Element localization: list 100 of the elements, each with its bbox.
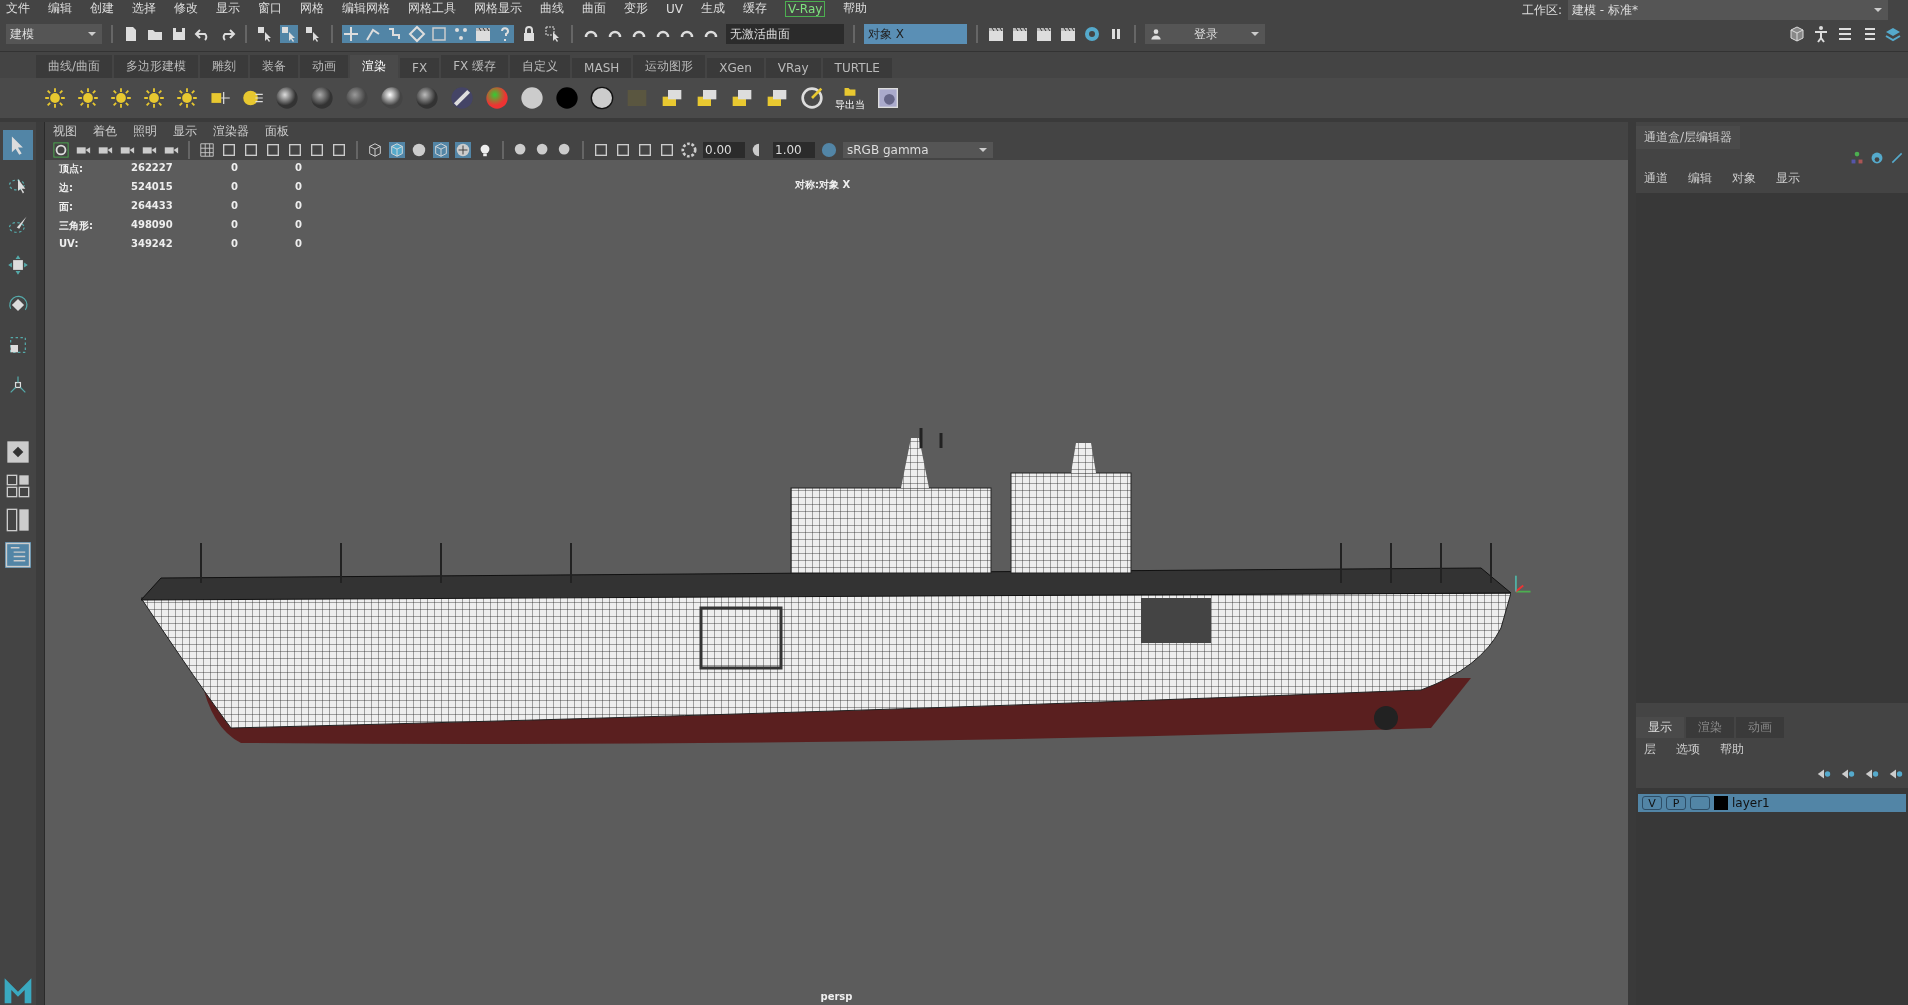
channel-menu-item[interactable]: 显示 bbox=[1776, 169, 1800, 187]
figure-icon[interactable] bbox=[1812, 25, 1830, 43]
shelf-tab[interactable]: 装备 bbox=[250, 55, 299, 78]
channel-menu-item[interactable]: 编辑 bbox=[1688, 169, 1712, 187]
sphere-icon[interactable] bbox=[275, 86, 299, 110]
wireframe-on-shaded-icon[interactable] bbox=[433, 142, 449, 158]
menu-item[interactable]: V-Ray bbox=[785, 0, 826, 17]
shelf-tab[interactable]: MASH bbox=[572, 58, 632, 78]
gamma-field[interactable]: 1.00 bbox=[773, 142, 815, 158]
menu-item[interactable]: 网格工具 bbox=[408, 0, 456, 17]
mode-dropdown[interactable]: 建模 bbox=[6, 24, 102, 44]
shelf-tab[interactable]: 雕刻 bbox=[200, 55, 249, 78]
shelf-tab[interactable]: 渲染 bbox=[350, 55, 399, 78]
menu-item[interactable]: 选择 bbox=[132, 0, 156, 17]
shader-icon[interactable] bbox=[800, 86, 824, 110]
login-dropdown[interactable]: 登录 bbox=[1145, 24, 1265, 44]
shelf-tab[interactable]: 运动图形 bbox=[633, 55, 706, 78]
panel-menu-item[interactable]: 照明 bbox=[133, 122, 157, 140]
menu-item[interactable]: 修改 bbox=[174, 0, 198, 17]
light-icon[interactable] bbox=[44, 87, 66, 109]
shelf-tab[interactable]: 动画 bbox=[300, 55, 349, 78]
color-space-dropdown[interactable]: sRGB gamma bbox=[843, 142, 993, 158]
film-gate-icon[interactable] bbox=[331, 142, 347, 158]
menu-item[interactable]: 变形 bbox=[624, 0, 648, 17]
menu-item[interactable]: 曲线 bbox=[540, 0, 564, 17]
light-icon[interactable] bbox=[143, 87, 165, 109]
panel-menu-item[interactable]: 着色 bbox=[93, 122, 117, 140]
panel-menu-item[interactable]: 面板 bbox=[265, 122, 289, 140]
window-icon[interactable] bbox=[876, 86, 900, 110]
panel-menu-item[interactable]: 显示 bbox=[173, 122, 197, 140]
isolate-icon[interactable] bbox=[659, 142, 675, 158]
symmetry-field[interactable]: 对象 X bbox=[864, 24, 967, 44]
layer-row[interactable]: V P layer1 bbox=[1638, 794, 1906, 812]
flat-shade-icon[interactable] bbox=[411, 142, 427, 158]
menu-item[interactable]: 创建 bbox=[90, 0, 114, 17]
layer-tab[interactable]: 动画 bbox=[1736, 717, 1784, 738]
snap-grid-icon[interactable] bbox=[342, 25, 360, 43]
layers-icon[interactable] bbox=[1884, 25, 1902, 43]
cube-icon[interactable] bbox=[1788, 25, 1806, 43]
save-icon[interactable] bbox=[170, 25, 188, 43]
layer-menu-item[interactable]: 选项 bbox=[1676, 740, 1700, 758]
render-frame-icon[interactable] bbox=[987, 25, 1005, 43]
shelf-tab[interactable]: FX bbox=[400, 58, 440, 78]
sphere-icon[interactable] bbox=[590, 86, 614, 110]
layer-tab[interactable]: 显示 bbox=[1636, 717, 1684, 738]
film-gate-icon[interactable] bbox=[309, 142, 325, 158]
grid-icon[interactable] bbox=[199, 142, 215, 158]
menu-item[interactable]: 网格 bbox=[300, 0, 324, 17]
shelf-tab[interactable]: 多边形建模 bbox=[114, 55, 199, 78]
menu-item[interactable]: 缓存 bbox=[743, 0, 767, 17]
camera-select-icon[interactable] bbox=[53, 142, 69, 158]
reference-toggle[interactable] bbox=[1690, 796, 1710, 810]
workspace-dropdown[interactable]: 建模 - 标准* bbox=[1568, 0, 1888, 20]
snap-surface-icon[interactable] bbox=[408, 25, 426, 43]
layout-four-icon[interactable] bbox=[6, 474, 30, 498]
export-button[interactable]: 导出当 bbox=[835, 84, 865, 112]
layer-color-swatch[interactable] bbox=[1714, 796, 1728, 810]
exposure-icon[interactable] bbox=[681, 142, 697, 158]
list-icon[interactable] bbox=[1836, 25, 1854, 43]
wireframe-icon[interactable] bbox=[367, 142, 383, 158]
layout-two-icon[interactable] bbox=[6, 508, 30, 532]
light-icon[interactable] bbox=[110, 87, 132, 109]
shelf-tab[interactable]: VRay bbox=[765, 58, 821, 78]
shelf-tab[interactable]: 自定义 bbox=[510, 55, 571, 78]
render-frame-icon[interactable] bbox=[1011, 25, 1029, 43]
input-field[interactable]: 无激活曲面 bbox=[726, 24, 844, 44]
isolate-icon[interactable] bbox=[637, 142, 653, 158]
color-management-icon[interactable] bbox=[821, 142, 837, 158]
layer-tab[interactable]: 渲染 bbox=[1686, 717, 1734, 738]
film-gate-icon[interactable] bbox=[243, 142, 259, 158]
playback-toggle[interactable]: P bbox=[1666, 796, 1686, 810]
shelf-tab[interactable]: 曲线/曲面 bbox=[36, 55, 113, 78]
light-icon[interactable] bbox=[77, 87, 99, 109]
menu-item[interactable]: 曲面 bbox=[582, 0, 606, 17]
menu-item[interactable]: 帮助 bbox=[843, 0, 868, 17]
layer-menu-item[interactable]: 帮助 bbox=[1720, 740, 1744, 758]
menu-item[interactable]: 文件 bbox=[6, 0, 30, 17]
menu-item[interactable]: 生成 bbox=[701, 0, 725, 17]
render-settings-icon[interactable] bbox=[1059, 25, 1077, 43]
film-gate-icon[interactable] bbox=[287, 142, 303, 158]
sphere-icon[interactable] bbox=[520, 86, 544, 110]
menu-item[interactable]: 窗口 bbox=[258, 0, 282, 17]
menu-item[interactable]: 显示 bbox=[216, 0, 240, 17]
select-mode-icon[interactable] bbox=[544, 25, 562, 43]
hypershade-icon[interactable] bbox=[1083, 25, 1101, 43]
select-mode-icon[interactable] bbox=[256, 25, 274, 43]
layer-menu-item[interactable]: 层 bbox=[1644, 740, 1656, 758]
shelf-tab[interactable]: XGen bbox=[707, 58, 764, 78]
panel-menu-item[interactable]: 渲染器 bbox=[213, 122, 249, 140]
snap-vertex-icon[interactable] bbox=[452, 25, 470, 43]
ipr-render-icon[interactable] bbox=[1035, 25, 1053, 43]
axis-icon[interactable] bbox=[1850, 151, 1864, 165]
menu-item[interactable]: 编辑 bbox=[48, 0, 72, 17]
hypershade-icon[interactable] bbox=[1870, 151, 1884, 165]
menu-item[interactable]: UV bbox=[666, 1, 683, 16]
layout-single-icon[interactable] bbox=[6, 440, 30, 464]
exposure-field[interactable]: 0.00 bbox=[703, 142, 745, 158]
render-view-icon[interactable] bbox=[474, 25, 492, 43]
panel-menu-item[interactable]: 视图 bbox=[53, 122, 77, 140]
shelf-tab[interactable]: TURTLE bbox=[822, 58, 892, 78]
